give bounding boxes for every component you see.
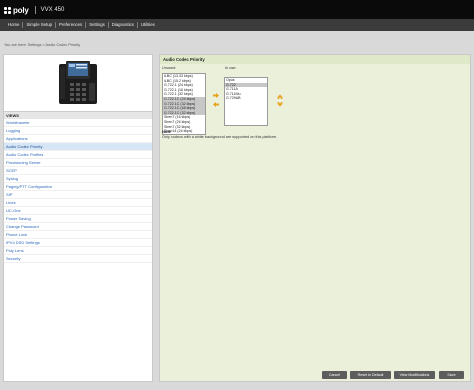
note-text: Only codecs with a white background are … xyxy=(162,135,278,139)
sidebar-item-power-saving[interactable]: Power Saving xyxy=(4,215,152,223)
sidebar-item-change-password[interactable]: Change Password xyxy=(4,223,152,231)
sidebar-item-scep[interactable]: SCEP xyxy=(4,167,152,175)
views-list: Worldtraveler Logging Applications Audio… xyxy=(4,119,152,263)
sidebar-item-applications[interactable]: Applications xyxy=(4,135,152,143)
sidebar-item-poly-lens[interactable]: Poly Lens xyxy=(4,247,152,255)
inuse-codec-list[interactable]: Opus G.722 G.711A G.711Mu G.729AB xyxy=(224,77,268,126)
move-up-arrow-icon[interactable] xyxy=(277,94,283,99)
main-panel: Audio Codec Priority Unused: In use: iLB… xyxy=(159,54,471,382)
sidebar-item-lines[interactable]: Lines xyxy=(4,199,152,207)
phone-model: VVX 450 xyxy=(40,7,65,13)
sidebar-item-paging-ptt[interactable]: Paging/PTT Configuration xyxy=(4,183,152,191)
section-title: Audio Codec Priority xyxy=(160,55,470,64)
nav-simple-setup[interactable]: Simple Setup xyxy=(23,19,55,31)
sidebar-item-uc-one[interactable]: UC-One xyxy=(4,207,152,215)
views-heading: VIEWS xyxy=(4,111,152,119)
view-modifications-button[interactable]: View Modifications xyxy=(394,371,435,379)
sidebar-item-syslog[interactable]: Syslog xyxy=(4,175,152,183)
brand-divider xyxy=(34,6,36,14)
move-down-arrow-icon[interactable] xyxy=(277,102,283,107)
move-to-inuse-arrow-icon[interactable] xyxy=(213,93,219,98)
inuse-codec-row[interactable]: G.729AB xyxy=(225,96,267,101)
unused-label: Unused: xyxy=(162,66,177,70)
nav-diagnostics[interactable]: Diagnostics xyxy=(109,19,137,31)
cancel-button[interactable]: Cancel xyxy=(322,371,347,379)
move-to-unused-arrow-icon[interactable] xyxy=(213,102,219,107)
sidebar-item-sip[interactable]: SIP xyxy=(4,191,152,199)
nav-home[interactable]: Home xyxy=(5,19,22,31)
main-nav: Home Simple Setup Preferences Settings D… xyxy=(0,19,474,31)
breadcrumb: You are here: Settings > Audio Codec Pri… xyxy=(4,43,81,47)
reset-to-default-button[interactable]: Reset to Default xyxy=(350,371,391,379)
note-title: Note xyxy=(162,129,171,134)
left-panel: VIEWS Worldtraveler Logging Applications… xyxy=(3,54,153,382)
sidebar-item-ipv4-dsd-settings[interactable]: IPV4 DSD Settings xyxy=(4,239,152,247)
save-button[interactable]: Save xyxy=(439,371,464,379)
sidebar-item-security[interactable]: Security xyxy=(4,255,152,263)
desk-phone-icon xyxy=(59,61,97,104)
inuse-label: In use: xyxy=(225,66,237,70)
poly-logo-icon xyxy=(4,6,11,14)
sidebar-item-audio-codec-profiles[interactable]: Audio Codec Profiles xyxy=(4,151,152,159)
top-header: poly VVX 450 xyxy=(0,0,474,19)
nav-settings[interactable]: Settings xyxy=(86,19,108,31)
sidebar-item-provisioning-server[interactable]: Provisioning Server xyxy=(4,159,152,167)
brand: poly VVX 450 xyxy=(4,5,64,15)
nav-preferences[interactable]: Preferences xyxy=(56,19,85,31)
phone-image xyxy=(4,55,152,111)
sidebar-item-audio-codec-priority[interactable]: Audio Codec Priority xyxy=(4,143,152,151)
nav-utilities[interactable]: Utilities xyxy=(138,19,158,31)
action-bar: Cancel Reset to Default View Modificatio… xyxy=(159,370,471,382)
sidebar-item-logging[interactable]: Logging xyxy=(4,127,152,135)
sidebar-item-worldtraveler[interactable]: Worldtraveler xyxy=(4,119,152,127)
brand-name: poly xyxy=(13,5,29,15)
unused-codec-list[interactable]: iLBC (13.33 kbps) iLBC (15.2 kbps) G.722… xyxy=(162,73,206,135)
sidebar-item-phone-lock[interactable]: Phone Lock xyxy=(4,231,152,239)
